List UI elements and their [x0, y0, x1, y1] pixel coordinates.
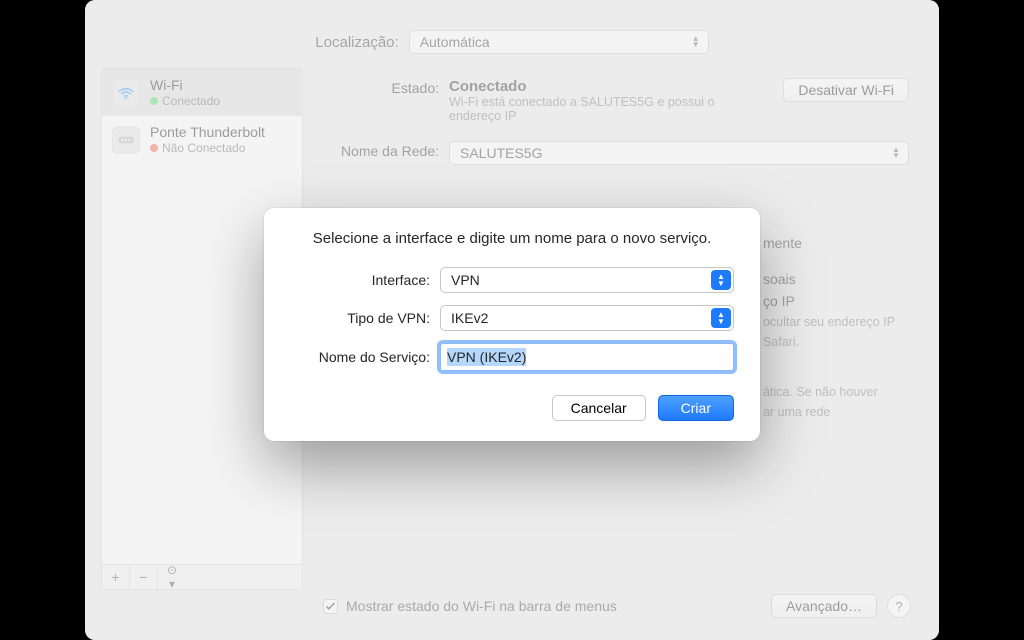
service-name-input[interactable]: VPN (IKEv2): [440, 343, 734, 371]
dialog-title: Selecione a interface e digite um nome p…: [290, 230, 734, 247]
service-name-label: Nome do Serviço:: [290, 349, 430, 365]
interface-select[interactable]: VPN ▲▼: [440, 267, 734, 293]
chevron-updown-icon: ▲▼: [711, 308, 731, 328]
new-service-dialog: Selecione a interface e digite um nome p…: [264, 208, 760, 441]
vpn-type-label: Tipo de VPN:: [290, 310, 430, 326]
interface-value: VPN: [451, 272, 480, 288]
vpn-type-value: IKEv2: [451, 310, 488, 326]
cancel-button[interactable]: Cancelar: [552, 395, 646, 421]
interface-label: Interface:: [290, 272, 430, 288]
chevron-updown-icon: ▲▼: [711, 270, 731, 290]
vpn-type-select[interactable]: IKEv2 ▲▼: [440, 305, 734, 331]
service-name-value: VPN (IKEv2): [447, 348, 526, 366]
create-button[interactable]: Criar: [658, 395, 734, 421]
